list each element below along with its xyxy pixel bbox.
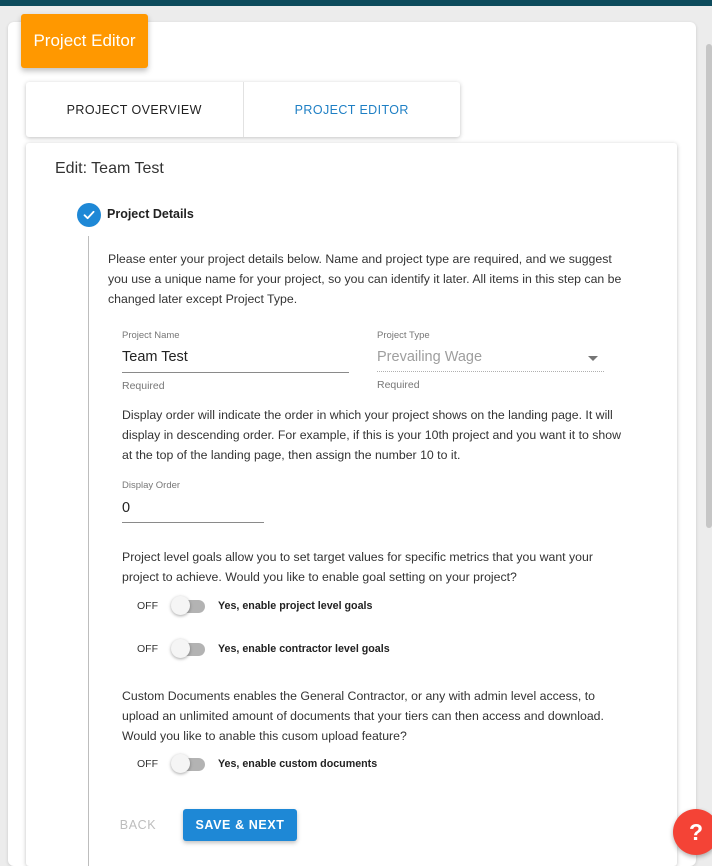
project-name-label: Project Name: [122, 330, 180, 341]
contractor-goals-state: OFF: [137, 643, 158, 655]
caret-down-icon: [588, 356, 598, 361]
contractor-goals-toggle-row: OFF Yes, enable contractor level goals: [137, 639, 390, 659]
project-type-label: Project Type: [377, 330, 430, 341]
tab-project-overview[interactable]: PROJECT OVERVIEW: [26, 82, 243, 137]
tab-project-editor[interactable]: PROJECT EDITOR: [242, 82, 461, 137]
display-order-underline: [122, 522, 264, 523]
project-name-underline: [122, 372, 349, 373]
project-type-select: Prevailing Wage: [377, 349, 483, 365]
project-type-helper: Required: [377, 379, 420, 391]
help-button-label: ?: [688, 818, 704, 845]
save-and-next-button[interactable]: SAVE & NEXT: [183, 809, 297, 841]
step-connector-line: [88, 236, 89, 866]
project-name-input[interactable]: Team Test: [122, 349, 188, 365]
back-button[interactable]: BACK: [110, 809, 166, 841]
step-title: Project Details: [107, 207, 194, 221]
display-order-text: Display order will indicate the order in…: [122, 408, 621, 462]
project-type-underline: [377, 371, 604, 372]
scrollbar[interactable]: [706, 44, 712, 528]
custom-documents-switch[interactable]: [171, 754, 207, 774]
top-bar: [0, 0, 712, 6]
project-goals-label[interactable]: Yes, enable project level goals: [218, 600, 372, 612]
custom-documents-state: OFF: [137, 758, 158, 770]
contractor-goals-switch[interactable]: [171, 639, 207, 659]
intro-text: Please enter your project details below.…: [108, 252, 622, 306]
contractor-goals-label[interactable]: Yes, enable contractor level goals: [218, 643, 390, 655]
project-goals-state: OFF: [137, 600, 158, 612]
tab-bar: PROJECT OVERVIEW PROJECT EDITOR: [26, 82, 460, 137]
project-name-helper: Required: [122, 380, 165, 392]
goals-text: Project level goals allow you to set tar…: [122, 550, 593, 584]
display-order-label: Display Order: [122, 480, 181, 491]
question-mark-icon[interactable]: ?: [673, 809, 712, 855]
edit-title: Edit: Team Test: [55, 160, 164, 177]
project-goals-switch[interactable]: [171, 596, 207, 616]
page-title: Project Editor: [21, 14, 148, 68]
display-order-input[interactable]: 0: [122, 500, 130, 516]
custom-documents-label[interactable]: Yes, enable custom documents: [218, 758, 377, 770]
documents-text: Custom Documents enables the General Con…: [122, 689, 604, 743]
check-icon: [77, 203, 101, 227]
custom-documents-toggle-row: OFF Yes, enable custom documents: [137, 754, 377, 774]
project-goals-toggle-row: OFF Yes, enable project level goals: [137, 596, 372, 616]
